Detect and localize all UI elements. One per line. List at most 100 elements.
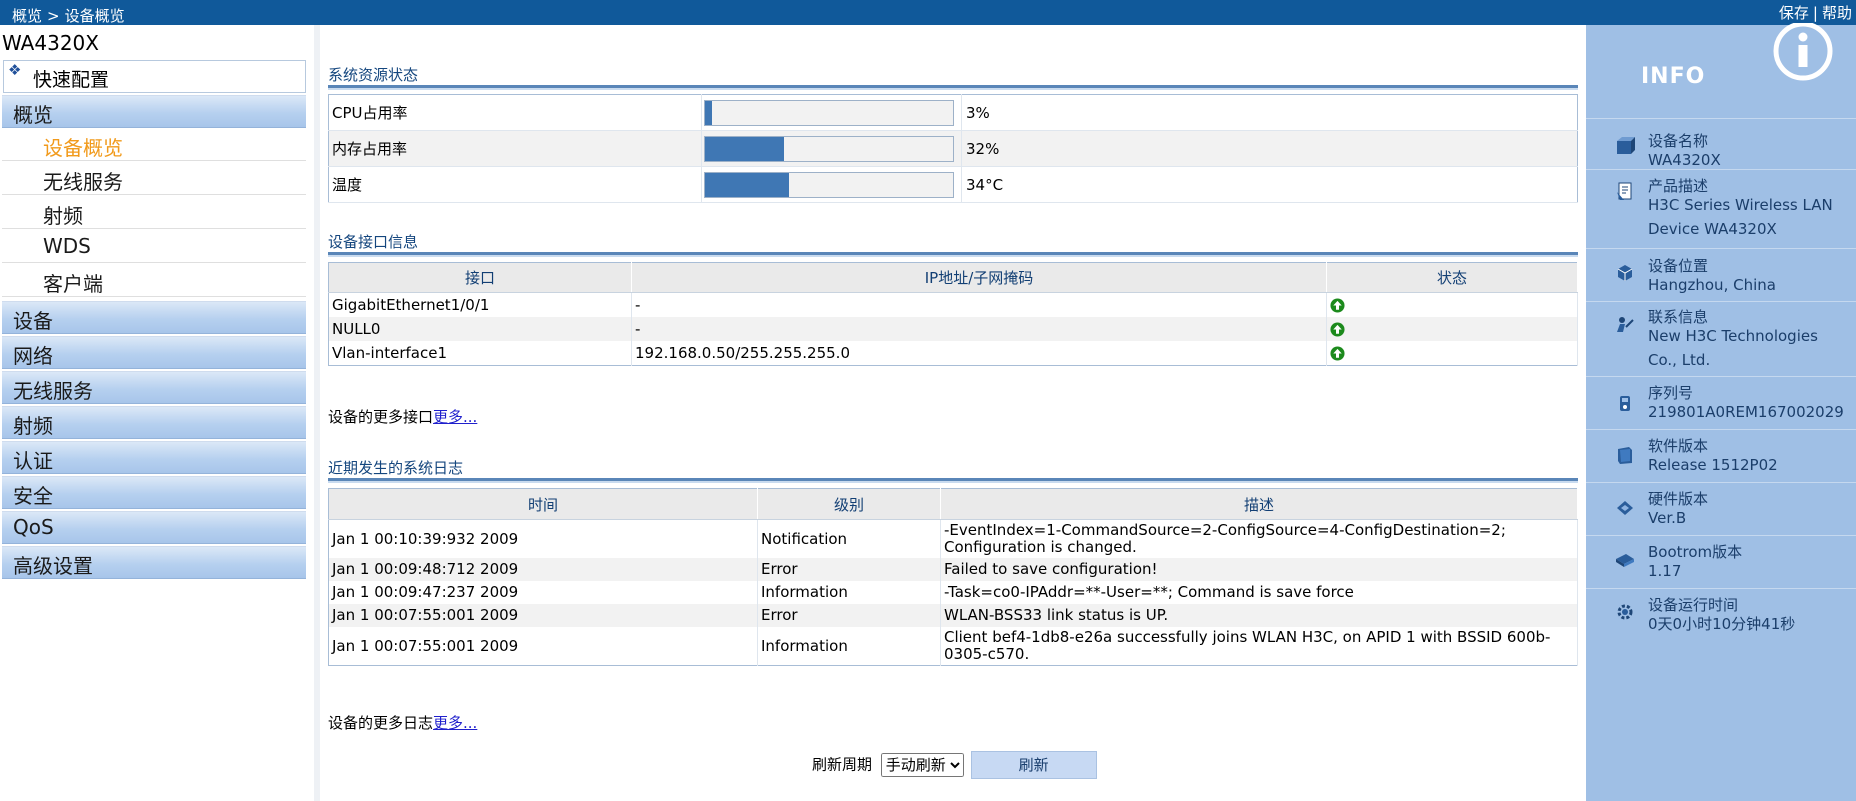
status-up-icon (1330, 298, 1345, 313)
diamond-icon: ❖ (8, 61, 22, 79)
sidebar-group-overview[interactable]: 概览 (2, 95, 306, 128)
resource-row-memory: 内存占用率 32% (328, 130, 1578, 167)
more-interfaces: 设备的更多接口更多... (328, 406, 477, 427)
resource-row-temperature: 温度 34°C (328, 166, 1578, 203)
info-value: New H3C Technologies Co., Ltd. (1648, 327, 1818, 369)
info-item-hardware: 硬件版本 Ver.B (1586, 482, 1856, 535)
usage-bar (704, 135, 954, 162)
sidebar-group-advanced[interactable]: 高级设置 (2, 546, 306, 579)
column-header-ip: IP地址/子网掩码 (631, 262, 1327, 293)
sidebar-item-label: 无线服务 (43, 170, 123, 194)
save-link[interactable]: 保存 (1779, 4, 1809, 22)
table-row: Jan 1 00:07:55:001 2009 Information Clie… (328, 627, 1578, 666)
info-item-bootrom: Bootrom版本 1.17 (1586, 535, 1856, 588)
sidebar-group-security[interactable]: 安全 (2, 476, 306, 509)
logs-table: 时间 级别 描述 Jan 1 00:10:39:932 2009 Notific… (328, 488, 1578, 666)
info-item-location: 设备位置 Hangzhou, China (1586, 248, 1856, 301)
sidebar-item-radio[interactable]: 射频 (2, 195, 306, 229)
breadcrumb-root[interactable]: 概览 (12, 7, 42, 25)
interface-ip: - (631, 292, 1327, 317)
resource-row-cpu: CPU占用率 3% (328, 94, 1578, 131)
info-value: 219801A0REM167002029 (1648, 403, 1844, 421)
info-item-description: 产品描述 H3C Series Wireless LAN Device WA43… (1586, 169, 1856, 248)
resource-bar-cell (701, 166, 962, 203)
resource-name: CPU占用率 (328, 94, 702, 131)
sidebar: WA4320X ❖ 快速配置 概览 设备概览 无线服务 射频 WDS 客户端 设… (0, 25, 320, 801)
software-icon (1618, 447, 1632, 464)
log-level: Error (757, 558, 941, 581)
table-row: Jan 1 00:10:39:932 2009 Notification -Ev… (328, 519, 1578, 558)
interfaces-rule (328, 252, 1578, 257)
sidebar-group-device[interactable]: 设备 (2, 301, 306, 334)
sidebar-group-label: 高级设置 (13, 554, 93, 578)
uptime-icon (1617, 604, 1633, 620)
help-link[interactable]: 帮助 (1822, 4, 1852, 22)
sidebar-item-clients[interactable]: 客户端 (2, 263, 306, 297)
interface-status (1326, 317, 1578, 341)
sidebar-group-network[interactable]: 网络 (2, 336, 306, 369)
column-header-level: 级别 (757, 488, 941, 520)
info-title: INFO (1641, 64, 1706, 89)
sidebar-group-qos[interactable]: QoS (2, 511, 306, 544)
sidebar-item-device-overview[interactable]: 设备概览 (2, 127, 306, 161)
column-header-interface: 接口 (328, 262, 632, 293)
interface-status (1326, 341, 1578, 366)
serial-icon (1620, 396, 1630, 411)
sidebar-group-radio[interactable]: 射频 (2, 406, 306, 439)
info-item-serial: 序列号 219801A0REM167002029 (1586, 376, 1856, 429)
logs-title: 近期发生的系统日志 (328, 459, 464, 477)
more-interfaces-text: 设备的更多接口 (328, 408, 434, 426)
sidebar-item-wds[interactable]: WDS (2, 229, 306, 263)
column-header-time: 时间 (328, 488, 758, 520)
info-value: H3C Series Wireless LAN Device WA4320X (1648, 196, 1833, 238)
sidebar-item-wireless-service[interactable]: 无线服务 (2, 161, 306, 195)
info-value: Hangzhou, China (1648, 276, 1776, 294)
more-logs-link[interactable]: 更多... (433, 714, 477, 732)
sidebar-group-authentication[interactable]: 认证 (2, 441, 306, 474)
refresh-button[interactable]: 刷新 (970, 751, 1097, 779)
interface-name: GigabitEthernet1/0/1 (328, 292, 632, 317)
usage-bar (704, 171, 954, 198)
status-up-icon (1330, 322, 1345, 337)
location-icon (1617, 265, 1633, 281)
info-item-device-name: 设备名称 WA4320X (1586, 118, 1856, 169)
table-row: Vlan-interface1 192.168.0.50/255.255.255… (328, 341, 1578, 366)
sidebar-item-label: 设备概览 (43, 136, 123, 160)
description-icon (1617, 182, 1632, 200)
quick-config-button[interactable]: ❖ 快速配置 (3, 60, 306, 93)
sidebar-group-wireless-service[interactable]: 无线服务 (2, 371, 306, 404)
usage-bar-fill (705, 172, 790, 197)
table-row: GigabitEthernet1/0/1 - (328, 292, 1578, 317)
info-value: Release 1512P02 (1648, 456, 1778, 474)
info-panel: INFO 设备名称 WA4320X 产品描述 H3C Series Wirele… (1586, 23, 1856, 801)
table-row: NULL0 - (328, 317, 1578, 341)
table-header: 时间 级别 描述 (328, 488, 1578, 520)
resource-name: 温度 (328, 166, 702, 203)
sidebar-group-label: 设备 (13, 309, 53, 333)
usage-bar-fill (705, 136, 785, 161)
sidebar-group-label: 概览 (13, 103, 53, 127)
info-value: 0天0小时10分钟41秒 (1648, 615, 1796, 633)
resource-bar-cell (701, 94, 962, 131)
interfaces-table: 接口 IP地址/子网掩码 状态 GigabitEthernet1/0/1 - N… (328, 262, 1578, 366)
sidebar-item-label: 射频 (43, 204, 83, 228)
sidebar-group-label: 安全 (13, 484, 53, 508)
refresh-controls: 刷新周期 手动刷新 刷新 (812, 751, 1097, 779)
resource-bar-cell (701, 130, 962, 167)
log-description: -Task=co0-IPAddr=**-User=**; Command is … (940, 581, 1578, 604)
interface-status (1326, 292, 1578, 317)
interfaces-title: 设备接口信息 (328, 233, 419, 251)
resources-title: 系统资源状态 (328, 66, 419, 84)
info-item-software: 软件版本 Release 1512P02 (1586, 429, 1856, 482)
log-time: Jan 1 00:09:47:237 2009 (328, 581, 758, 604)
log-description: -EventIndex=1-CommandSource=2-ConfigSour… (940, 519, 1578, 558)
resources-rule (328, 85, 1578, 90)
usage-bar-fill (705, 100, 713, 125)
more-interfaces-link[interactable]: 更多... (433, 408, 477, 426)
refresh-interval-select[interactable]: 手动刷新 (880, 752, 964, 777)
sidebar-divider (314, 25, 320, 801)
table-header: 接口 IP地址/子网掩码 状态 (328, 262, 1578, 293)
info-item-contact: 联系信息 New H3C Technologies Co., Ltd. (1586, 301, 1856, 376)
device-icon (1617, 137, 1635, 154)
usage-bar (704, 99, 954, 126)
